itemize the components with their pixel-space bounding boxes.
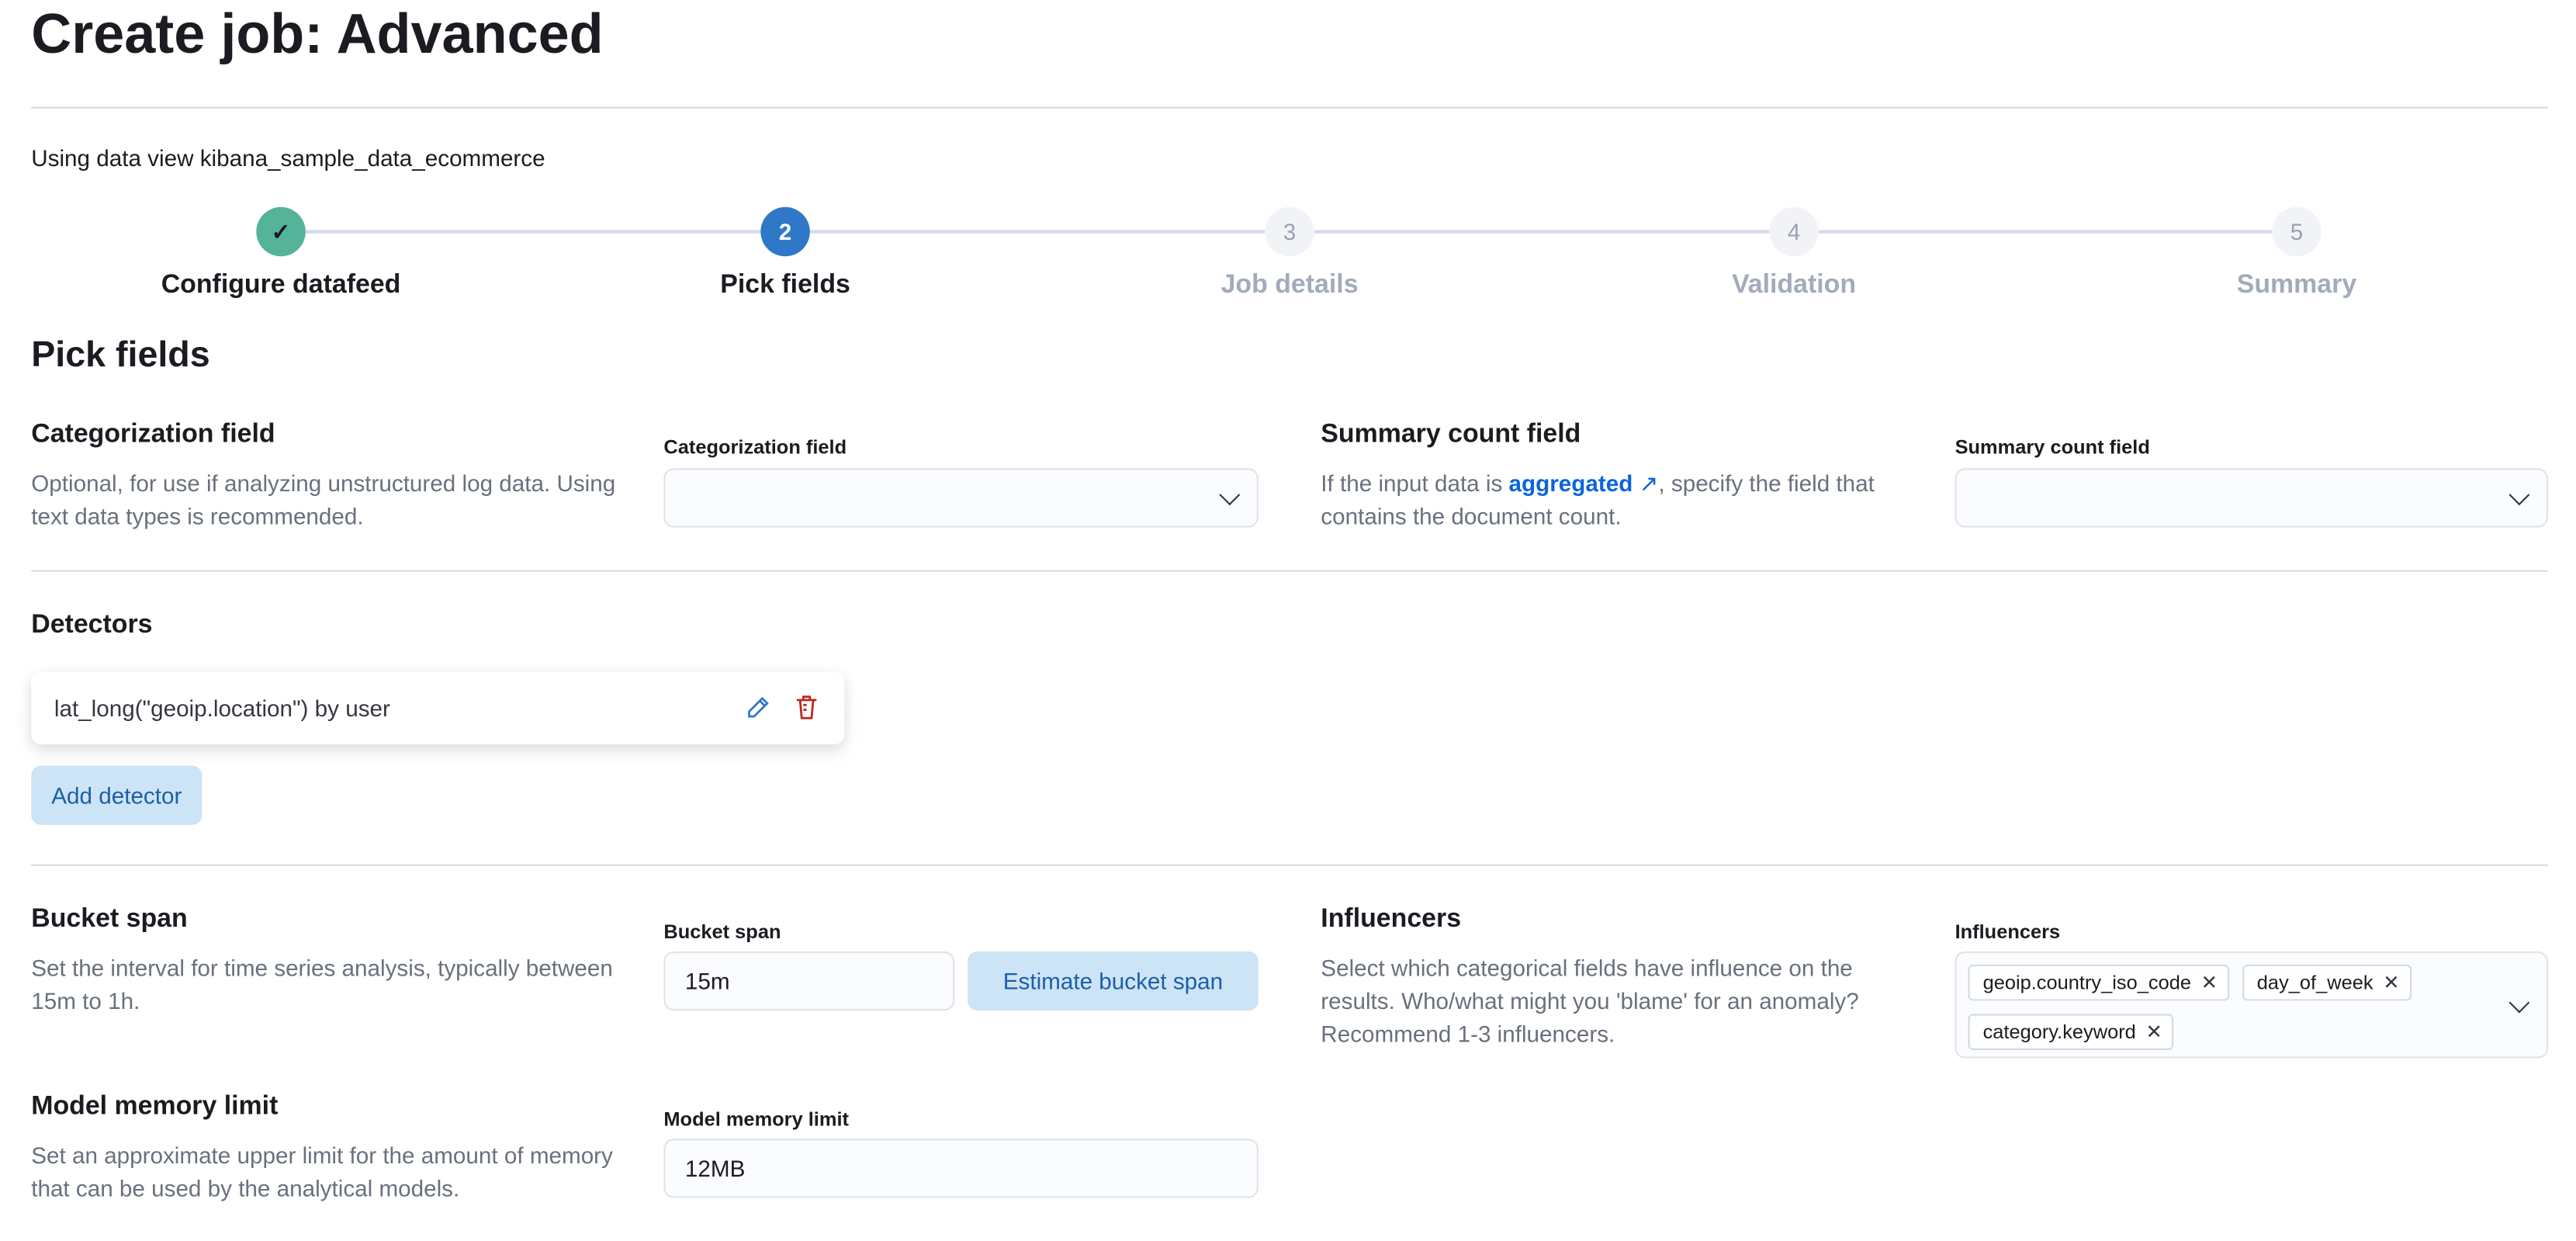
chevron-down-icon: [1219, 484, 1241, 506]
chevron-down-icon: [2508, 484, 2530, 506]
influencers-title: Influencers: [1321, 905, 1462, 934]
summary-count-field-select[interactable]: [1955, 468, 2548, 528]
divider: [31, 864, 2548, 866]
edit-pencil-icon[interactable]: [744, 695, 770, 722]
influencer-chip: geoip.country_iso_code ✕: [1968, 964, 2229, 1001]
categorization-description: Optional, for use if analyzing unstructu…: [31, 470, 616, 529]
categorization-field-select[interactable]: [663, 468, 1259, 528]
influencers-label: Influencers: [1955, 920, 2061, 944]
categorization-title: Categorization field: [31, 421, 275, 449]
model-memory-title: Model memory limit: [31, 1093, 279, 1121]
data-view-text: Using data view kibana_sample_data_ecomm…: [31, 144, 545, 172]
model-memory-description: Set an approximate upper limit for the a…: [31, 1142, 613, 1201]
summary-count-description: If the input data is aggregated ↗, speci…: [1321, 466, 1928, 532]
step-2-circle[interactable]: 2: [760, 206, 810, 257]
desc-text: If the input data is: [1321, 470, 1509, 497]
step-5-label: Summary: [2236, 271, 2357, 300]
categorization-field-label: Categorization field: [663, 435, 847, 459]
bucket-span-input[interactable]: 15m: [663, 951, 955, 1011]
estimate-bucket-span-button[interactable]: Estimate bucket span: [968, 951, 1259, 1011]
summary-count-title: Summary count field: [1321, 421, 1581, 449]
link-text: aggregated: [1508, 470, 1633, 497]
step-3-circle: 3: [1265, 206, 1314, 257]
influencers-description: Select which categorical fields have inf…: [1321, 955, 1859, 1047]
chip-label: day_of_week: [2256, 971, 2373, 994]
step-4-circle: 4: [1769, 206, 1819, 257]
bucket-span-label: Bucket span: [663, 920, 781, 944]
influencer-chip: day_of_week ✕: [2242, 964, 2412, 1001]
influencer-chip: category.keyword ✕: [1968, 1014, 2174, 1050]
step-connector: [1818, 230, 2273, 234]
step-1-label[interactable]: Configure datafeed: [84, 271, 478, 300]
chip-label: category.keyword: [1982, 1020, 2136, 1044]
chip-label: geoip.country_iso_code: [1982, 971, 2191, 994]
bucket-span-description: Set the interval for time series analysi…: [31, 955, 613, 1014]
step-connector: [1314, 230, 1770, 234]
add-detector-button[interactable]: Add detector: [31, 765, 203, 825]
divider: [31, 106, 2548, 109]
page-title: Create job: Advanced: [31, 3, 604, 66]
detector-card: lat_long("geoip.location") by user: [31, 671, 845, 745]
section-heading: Pick fields: [31, 333, 210, 375]
aggregated-link[interactable]: aggregated ↗: [1509, 470, 1659, 497]
step-3-label: Job details: [1220, 271, 1359, 300]
external-link-icon: ↗: [1639, 470, 1659, 497]
model-memory-input[interactable]: 12MB: [663, 1139, 1259, 1198]
step-5-circle: 5: [2272, 206, 2322, 257]
divider: [31, 570, 2548, 572]
chevron-down-icon[interactable]: [2508, 991, 2530, 1013]
step-connector: [305, 230, 761, 234]
remove-x-icon[interactable]: ✕: [2201, 971, 2218, 994]
step-2-label[interactable]: Pick fields: [588, 271, 982, 300]
delete-trash-icon[interactable]: [794, 694, 820, 722]
step-connector: [809, 230, 1265, 234]
model-memory-label: Model memory limit: [663, 1108, 849, 1131]
detector-label: lat_long("geoip.location") by user: [54, 695, 390, 722]
remove-x-icon[interactable]: ✕: [2383, 971, 2399, 994]
detectors-title: Detectors: [31, 611, 153, 640]
bucket-span-title: Bucket span: [31, 905, 188, 934]
step-4-label: Validation: [1732, 271, 1857, 300]
remove-x-icon[interactable]: ✕: [2146, 1021, 2162, 1044]
summary-count-field-label: Summary count field: [1955, 435, 2150, 459]
step-1-check-icon[interactable]: ✓: [256, 206, 306, 257]
influencers-combobox[interactable]: geoip.country_iso_code ✕ day_of_week ✕ cat…: [1955, 951, 2548, 1059]
